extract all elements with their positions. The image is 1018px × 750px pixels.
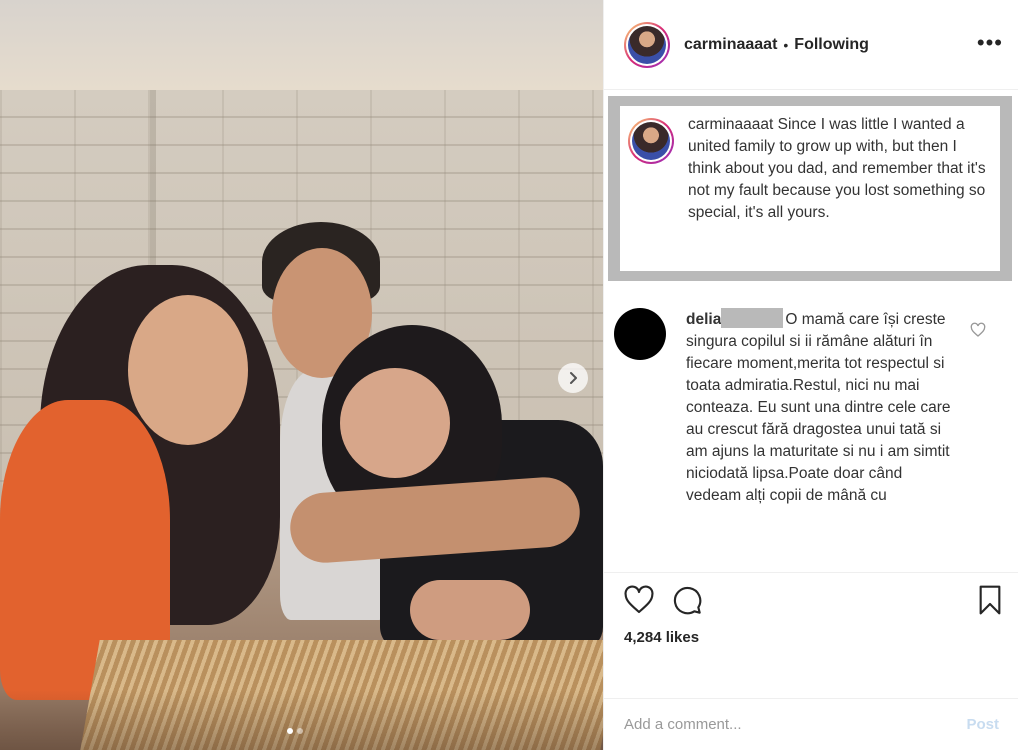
bookmark-icon: [979, 585, 1001, 615]
caption: carminaaaat Since I was little I wanted …: [620, 106, 1000, 271]
photo-girl-hand: [410, 580, 530, 640]
caption-username[interactable]: carminaaaat: [688, 116, 773, 133]
like-button[interactable]: [622, 583, 656, 617]
chevron-right-icon: [570, 372, 577, 384]
post-header: carminaaaat • Following •••: [604, 0, 1018, 90]
comment-item: delia O mamă care își creste singura copi…: [614, 308, 1009, 507]
comment-text-block: delia O mamă care își creste singura copi…: [686, 308, 956, 507]
author-username[interactable]: carminaaaat: [684, 36, 777, 54]
more-options-icon[interactable]: •••: [977, 30, 1003, 56]
caption-highlight: carminaaaat Since I was little I wanted …: [608, 96, 1012, 281]
carousel-dot-active: [287, 728, 293, 734]
carousel-dot: [297, 728, 303, 734]
heart-icon: [624, 585, 654, 614]
post-photo[interactable]: [0, 0, 603, 750]
carousel-next-button[interactable]: [558, 363, 588, 393]
commenter-avatar[interactable]: [614, 308, 666, 360]
post-comment-button[interactable]: Post: [966, 716, 999, 733]
photo-woman-face: [128, 295, 248, 445]
caption-text-block: carminaaaat Since I was little I wanted …: [688, 114, 992, 263]
following-button[interactable]: Following: [794, 36, 869, 54]
save-button[interactable]: [973, 583, 1007, 617]
photo-girl-face: [340, 368, 450, 478]
commenter-username[interactable]: delia: [686, 311, 721, 328]
caption-avatar[interactable]: [628, 118, 674, 164]
comment-like-icon[interactable]: [970, 322, 986, 338]
comment-bubble-icon: [673, 586, 702, 615]
add-comment-bar: Post: [604, 698, 1018, 750]
comment-body: O mamă care își creste singura copilul s…: [686, 311, 951, 504]
redaction-box: [721, 308, 784, 328]
comment-input[interactable]: [624, 716, 967, 733]
action-icons: [622, 583, 704, 617]
post-sidebar: carminaaaat • Following ••• carminaaaat …: [603, 0, 1018, 750]
carousel-indicator: [287, 728, 303, 734]
author-avatar[interactable]: [624, 21, 670, 68]
header-separator: •: [783, 36, 789, 53]
photo-bottom-shade: [0, 690, 603, 750]
likes-count[interactable]: 4,284 likes: [624, 629, 699, 646]
photo-ceiling: [0, 0, 603, 90]
comment-button[interactable]: [670, 583, 704, 617]
post-actions: 4,284 likes: [604, 572, 1018, 687]
